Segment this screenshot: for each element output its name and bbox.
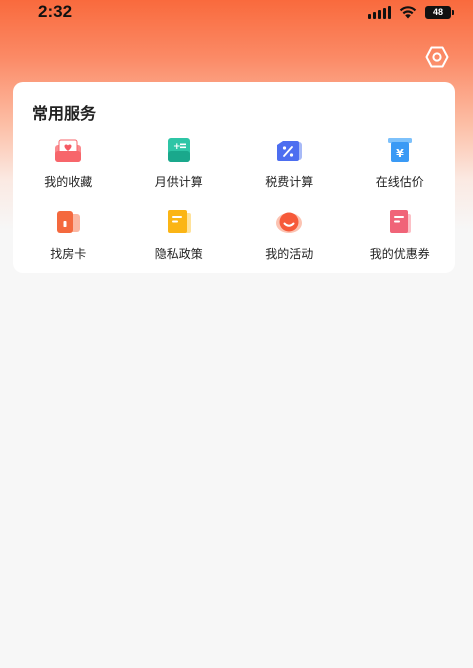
service-privacy-policy[interactable]: 隐私政策 [124, 206, 235, 264]
svg-text:+: + [173, 142, 181, 152]
status-time: 2:32 [38, 2, 73, 21]
service-my-activities[interactable]: 我的活动 [234, 206, 345, 264]
service-label: 我的活动 [265, 247, 314, 261]
house-finder-card-icon [57, 211, 81, 233]
tax-calculator-icon [277, 141, 303, 161]
service-my-coupons[interactable]: 我的优惠券 [345, 206, 456, 264]
service-label: 隐私政策 [154, 247, 203, 261]
service-label: 我的优惠券 [369, 247, 430, 261]
my-coupons-icon [389, 210, 411, 233]
settings-button[interactable] [424, 44, 450, 70]
common-services-card: 常用服务 我的收藏 + 月供计算 税费计算 ¥ 在线估价 找房卡 隐私政策 我的… [13, 82, 455, 273]
privacy-policy-icon [167, 210, 191, 233]
battery-level: 48 [432, 7, 443, 17]
my-activities-icon [276, 212, 303, 233]
service-online-valuation[interactable]: ¥ 在线估价 [345, 134, 456, 192]
service-house-finder-card[interactable]: 找房卡 [13, 206, 124, 264]
service-label: 月供计算 [154, 175, 203, 189]
service-monthly-payment-calculator[interactable]: + 月供计算 [124, 134, 235, 192]
common-services-title: 常用服务 [32, 104, 97, 123]
monthly-payment-calculator-icon: + [167, 138, 190, 162]
services-grid: 我的收藏 + 月供计算 税费计算 ¥ 在线估价 找房卡 隐私政策 我的活动 我的… [13, 134, 455, 264]
wifi-icon [399, 6, 417, 19]
service-label: 找房卡 [50, 247, 87, 261]
favorites-icon [55, 139, 82, 162]
online-valuation-icon: ¥ [387, 138, 412, 162]
svg-text:¥: ¥ [396, 147, 404, 160]
service-label: 税费计算 [265, 175, 314, 189]
service-favorites[interactable]: 我的收藏 [13, 134, 124, 192]
cellular-signal-icon [368, 5, 391, 19]
battery-icon: 48 [425, 5, 454, 19]
status-bar: 2:32 48 [0, 0, 473, 28]
service-label: 我的收藏 [44, 175, 93, 189]
service-label: 在线估价 [375, 175, 424, 189]
service-tax-calculator[interactable]: 税费计算 [234, 134, 345, 192]
status-indicators: 48 [368, 5, 454, 19]
settings-hexagon-icon [425, 46, 449, 68]
